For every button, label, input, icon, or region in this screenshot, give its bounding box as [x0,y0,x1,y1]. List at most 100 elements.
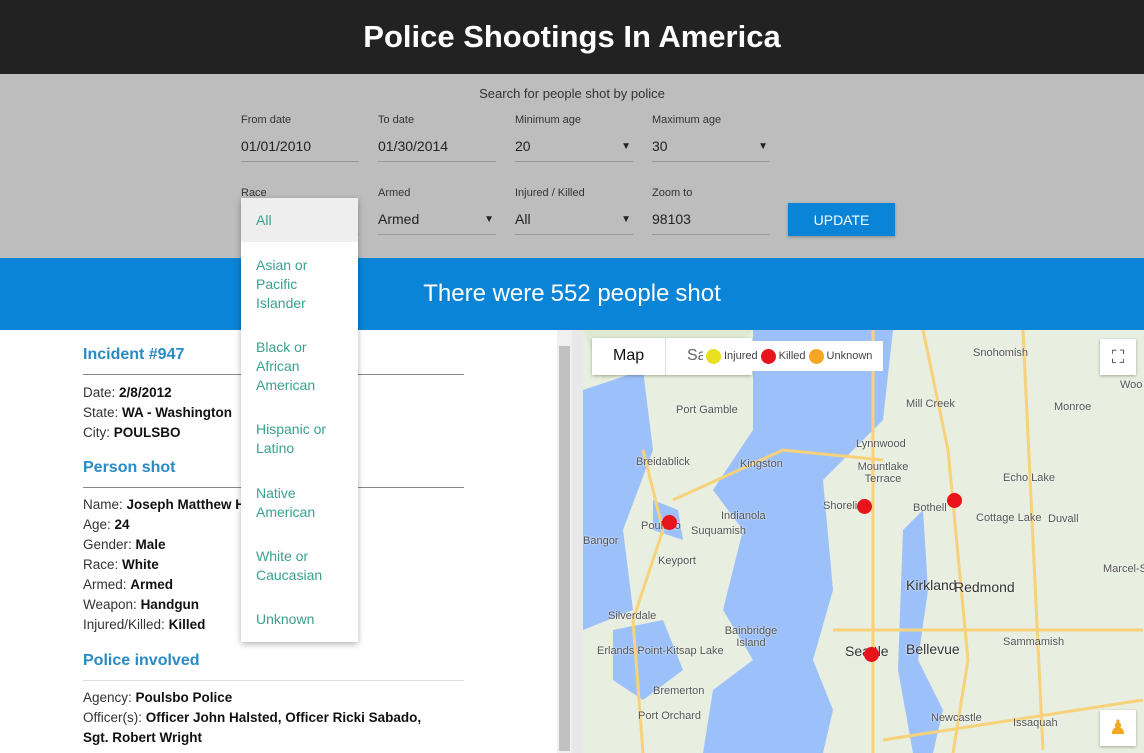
race-option-native[interactable]: Native American [241,484,358,522]
detail-name: Name: Joseph Matthew He [83,497,253,512]
from-date-value[interactable]: 01/01/2010 [241,138,311,154]
map-place-label: Lynnwood [856,438,906,450]
detail-injured-killed: Injured/Killed: Killed [83,617,206,632]
map-view[interactable]: Port Gamble Breidablick Kingston Indianola S… [583,330,1144,753]
update-button[interactable]: UPDATE [788,203,895,236]
killed-marker-poulsbo[interactable] [662,515,677,530]
map-place-label: Silverdale [608,610,657,622]
map-place-label: Duvall [1048,513,1079,525]
map-place-label: Suquamish [691,525,747,537]
min-age-label: Minimum age [515,114,582,126]
map-type-map-button[interactable]: Map [613,347,644,365]
fullscreen-icon[interactable]: ⛶ [1100,339,1136,375]
to-date-field[interactable]: To date 01/30/2014 [378,114,496,162]
banner-suffix: shot [675,280,721,307]
zoom-to-value[interactable]: 98103 [652,211,691,227]
map-legend: Injured Killed Unknown [703,341,883,371]
injured-killed-label: Injured / Killed [515,187,585,199]
detail-armed: Armed: Armed [83,577,174,592]
map-place-label: Sammamish [1003,636,1065,648]
max-age-select[interactable]: Maximum age 30 ▼ [652,114,770,162]
map-place-label: Indianola [721,510,766,522]
armed-select[interactable]: Armed Armed ▼ [378,187,496,235]
map-place-label: Port Orchard [638,710,701,722]
from-date-field[interactable]: From date 01/01/2010 [241,114,359,162]
map-place-label: Port Gamble [676,404,738,416]
killed-marker-seattle[interactable] [864,647,879,662]
map-type-divider [665,338,666,375]
map-place-label: Bellevue [906,641,960,657]
race-option-unknown[interactable]: Unknown [241,610,358,629]
from-date-label: From date [241,114,292,126]
race-option-asian[interactable]: Asian or Pacific Islander [241,256,358,313]
legend-unknown: Unknown [826,350,873,362]
scrollbar-thumb[interactable] [559,346,570,751]
detail-race: Race: White [83,557,159,572]
killed-marker-bothell[interactable] [947,493,962,508]
detail-gender: Gender: Male [83,537,166,552]
max-age-value: 30 [652,138,668,154]
search-filters: Search for people shot by police From da… [0,74,1144,258]
zoom-to-field[interactable]: Zoom to 98103 [652,187,770,235]
map-place-label: Bremerton [653,685,705,697]
map-place-label: Woo [1120,379,1143,391]
map-place-label: Echo Lake [1003,472,1055,484]
map-place-label: Kirkland [906,577,957,593]
legend-injured: Injured [724,350,758,362]
detail-age: Age: 24 [83,517,130,532]
armed-value: Armed [378,211,420,227]
map-place-label: Newcastle [931,712,982,724]
min-age-select[interactable]: Minimum age 20 ▼ [515,114,633,162]
max-age-label: Maximum age [652,114,722,126]
zoom-to-label: Zoom to [652,187,693,199]
police-involved-title: Police involved [83,636,464,681]
map-place-label: Breidablick [636,456,690,468]
race-dropdown-menu: All Asian or Pacific Islander Black or A… [241,198,358,642]
unknown-dot-icon [808,348,824,364]
to-date-label: To date [378,114,415,126]
caret-down-icon: ▼ [621,141,631,152]
caret-down-icon: ▼ [484,214,494,225]
to-date-value[interactable]: 01/30/2014 [378,138,448,154]
result-count: 552 people [550,280,670,307]
detail-city: City: POULSBO [83,425,181,440]
map-place-label: Issaquah [1013,717,1058,729]
injured-killed-value: All [515,211,531,227]
map-place-label: Erlands Point-Kitsap Lake [597,645,724,657]
race-option-all[interactable]: All [241,198,358,242]
map-place-label: Bothell [913,502,947,514]
details-scrollbar[interactable] [557,330,572,753]
armed-label: Armed [378,187,411,199]
killed-dot-icon [760,348,776,364]
map-place-label: Bangor [583,535,619,547]
race-option-hispanic[interactable]: Hispanic or Latino [241,420,358,458]
pegman-icon[interactable]: ♟ [1100,710,1136,746]
killed-marker-shoreline[interactable] [857,499,872,514]
caret-down-icon: ▼ [621,214,631,225]
detail-weapon: Weapon: Handgun [83,597,200,612]
min-age-value: 20 [515,138,531,154]
app-header: Police Shootings In America [0,0,1144,74]
divider [572,330,583,753]
injured-killed-select[interactable]: Injured / Killed All ▼ [515,187,633,235]
map-place-label: Redmond [954,579,1015,595]
injured-dot-icon [706,348,721,364]
race-option-black[interactable]: Black or African American [241,338,358,395]
map-place-label: Monroe [1054,401,1092,413]
page-title: Police Shootings In America [363,19,781,54]
map-place-label: Mountlake Terrace [857,461,909,485]
map-place-label: Kingston [740,458,783,470]
detail-officers: Officer(s): Officer John Halsted, Office… [83,710,422,745]
legend-killed: Killed [778,350,806,362]
map-place-label: Marcel-S [1103,563,1144,575]
detail-date: Date: 2/8/2012 [83,385,172,400]
detail-agency: Agency: Poulsbo Police [83,690,233,705]
race-option-white[interactable]: White or Caucasian [241,547,358,585]
detail-state: State: WA - Washington [83,405,233,420]
result-banner: There were 552 people shot [0,258,1144,330]
map-place-label: Keyport [658,555,696,567]
map-place-label: Mill Creek [906,398,955,410]
caret-down-icon: ▼ [758,141,768,152]
map-place-label: Cottage Lake [976,512,1042,524]
banner-prefix: There were [423,280,545,307]
